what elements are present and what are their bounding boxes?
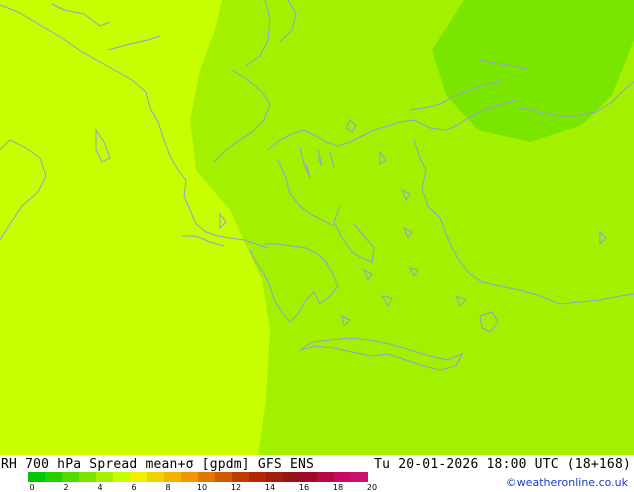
map-valid-time: Tu 20-01-2026 18:00 UTC (18+168): [374, 457, 631, 472]
source-credit-link[interactable]: ©weatheronline.co.uk: [506, 476, 628, 489]
legend-swatch: [351, 472, 368, 482]
legend-tick-label: 14: [264, 483, 276, 492]
legend-swatch: [334, 472, 351, 482]
map-footer: RH 700 hPa Spread mean+σ [gpdm] GFS ENS …: [0, 455, 634, 492]
legend-tick-label: 16: [298, 483, 310, 492]
color-legend-bar: [28, 472, 368, 482]
legend-tick-label: 8: [165, 483, 171, 492]
legend-swatch: [147, 472, 164, 482]
legend-tick-label: 10: [196, 483, 208, 492]
legend-tick-label: 4: [97, 483, 103, 492]
legend-swatch: [96, 472, 113, 482]
legend-swatch: [28, 472, 45, 482]
legend-tick-label: 6: [131, 483, 137, 492]
legend-swatch: [181, 472, 198, 482]
legend-tick-label: 18: [332, 483, 344, 492]
legend-swatch: [164, 472, 181, 482]
legend-tick-label: 2: [63, 483, 69, 492]
legend-swatch: [317, 472, 334, 482]
legend-swatch: [130, 472, 147, 482]
legend-swatch: [62, 472, 79, 482]
legend-tick-label: 20: [366, 483, 378, 492]
legend-swatch: [232, 472, 249, 482]
legend-tick-label: 12: [230, 483, 242, 492]
legend-swatch: [215, 472, 232, 482]
legend-swatch: [266, 472, 283, 482]
legend-swatch: [79, 472, 96, 482]
legend-swatch: [198, 472, 215, 482]
legend-swatch: [113, 472, 130, 482]
weather-map: [0, 0, 634, 455]
legend-swatch: [300, 472, 317, 482]
legend-tick-label: 0: [29, 483, 35, 492]
legend-swatch: [249, 472, 266, 482]
map-title: RH 700 hPa Spread mean+σ [gpdm] GFS ENS: [1, 457, 315, 472]
legend-swatch: [45, 472, 62, 482]
legend-swatch: [283, 472, 300, 482]
